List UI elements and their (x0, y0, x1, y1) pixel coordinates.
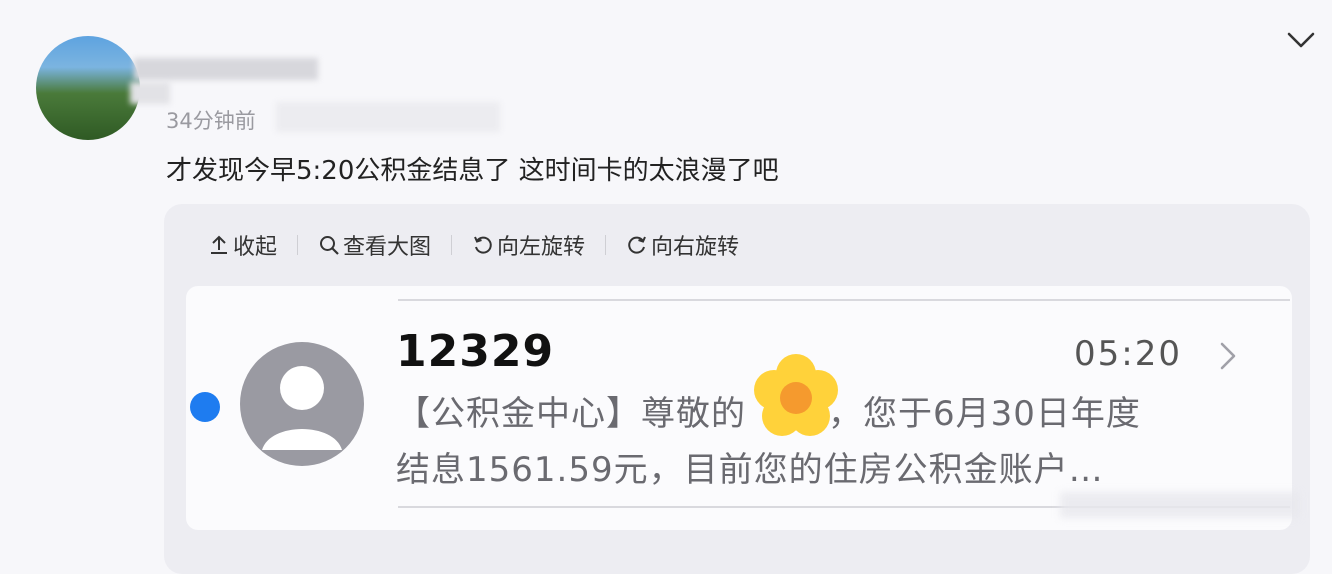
rotate-right-button[interactable]: 向右旋转 (626, 229, 739, 261)
chevron-right-icon[interactable] (1216, 340, 1240, 372)
unread-indicator (190, 392, 220, 422)
watermark-redacted (1060, 492, 1300, 518)
flower-sticker-icon (754, 354, 838, 436)
divider-line (398, 299, 1290, 301)
rotate-right-label: 向右旋转 (651, 235, 740, 260)
rotate-left-icon (474, 236, 492, 254)
sms-time: 05:20 (1074, 334, 1182, 374)
sms-preview-part-b: ，您于6月30日年度 (828, 394, 1141, 434)
person-icon (262, 366, 342, 450)
sms-preview-line2: 结息1561.59元，目前您的住房公积金账户… (396, 450, 1104, 490)
magnifier-icon (320, 236, 339, 255)
chevron-down-icon[interactable] (1286, 30, 1316, 50)
source-redacted (276, 102, 500, 132)
collapse-button[interactable]: 收起 (208, 229, 277, 261)
toolbar-divider (297, 235, 299, 255)
rotate-right-icon (628, 236, 646, 254)
toolbar-divider (605, 235, 607, 255)
username-redacted-extra (130, 82, 170, 104)
post-timestamp: 34分钟前 (166, 109, 256, 133)
user-avatar[interactable] (36, 36, 140, 140)
rotate-left-button[interactable]: 向左旋转 (472, 229, 585, 261)
toolbar-divider (451, 235, 453, 255)
rotate-left-label: 向左旋转 (497, 235, 586, 260)
contact-avatar (240, 342, 364, 466)
username-redacted (134, 58, 318, 80)
view-large-label: 查看大图 (343, 235, 432, 260)
upload-arrow-icon (211, 235, 227, 254)
post-text: 才发现今早5:20公积金结息了 这时间卡的太浪漫了吧 (166, 156, 779, 186)
image-toolbar: 收起 查看大图 向左旋转 向右旋转 (208, 230, 739, 260)
sms-preview-part-a: 【公积金中心】尊敬的 (396, 394, 746, 434)
view-large-button[interactable]: 查看大图 (318, 229, 431, 261)
collapse-label: 收起 (233, 235, 278, 260)
sms-sender: 12329 (396, 326, 555, 377)
